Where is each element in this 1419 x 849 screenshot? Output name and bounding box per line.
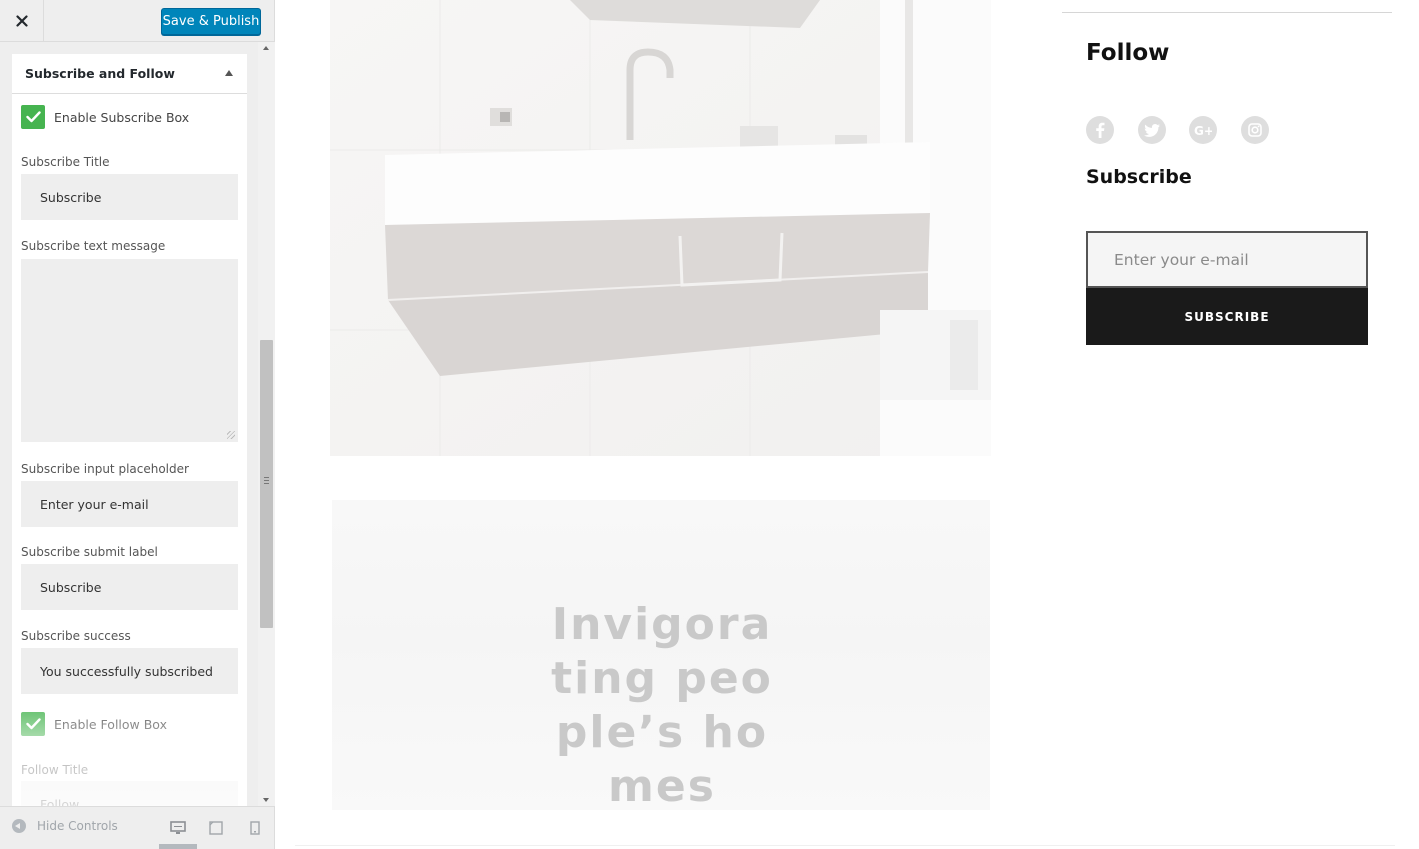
desktop-icon (170, 821, 186, 834)
desktop-preview-button[interactable] (167, 817, 189, 839)
scroll-down-arrow-icon[interactable] (263, 798, 269, 802)
subscribe-text-label: Subscribe text message (21, 239, 166, 253)
close-button[interactable] (0, 0, 44, 42)
google-plus-glyph: G+ (1194, 124, 1212, 136)
subscribe-heading: Subscribe (1086, 166, 1192, 188)
tablet-preview-button[interactable] (205, 817, 227, 839)
app-root: Save & Publish Subscribe and Follow Enab… (0, 0, 1419, 849)
panel-scrollbar[interactable] (258, 42, 275, 806)
tablet-icon (209, 821, 223, 835)
customizer-footer: Hide Controls (0, 806, 274, 849)
subscribe-placeholder-label: Subscribe input placeholder (21, 462, 189, 476)
section-title: Subscribe and Follow (25, 66, 175, 81)
subscribe-submit-input[interactable]: Subscribe (21, 564, 238, 610)
checkmark-icon (25, 718, 41, 730)
instagram-icon[interactable] (1240, 116, 1269, 144)
subscribe-placeholder-input[interactable]: Enter your e-mail (21, 481, 238, 527)
customizer-sidebar: Save & Publish Subscribe and Follow Enab… (0, 0, 275, 849)
subscribe-success-label: Subscribe success (21, 629, 131, 643)
section-header[interactable]: Subscribe and Follow (12, 54, 247, 94)
card-title: Invigorating people’s homes (551, 599, 773, 812)
site-preview: Invigorating people’s homes Follow G+ Su… (275, 0, 1419, 849)
enable-subscribe-checkbox[interactable] (21, 105, 45, 129)
collapse-arrow-icon[interactable] (225, 70, 233, 76)
active-device-indicator (159, 844, 197, 849)
follow-title-input[interactable]: Follow (21, 781, 238, 806)
facebook-glyph (1096, 122, 1105, 138)
checkmark-icon (25, 111, 41, 123)
subscribe-text-textarea[interactable] (21, 259, 238, 442)
subscribe-title-label: Subscribe Title (21, 155, 110, 169)
social-links: G+ (1086, 116, 1292, 144)
facebook-icon[interactable] (1086, 116, 1114, 144)
bathroom-illustration (330, 0, 991, 456)
svg-text:G+: G+ (1194, 124, 1212, 136)
grip-icon (264, 477, 269, 484)
scrollbar-thumb[interactable] (260, 340, 273, 628)
footer-divider (295, 845, 1395, 846)
close-icon (15, 15, 28, 27)
twitter-glyph (1143, 123, 1160, 137)
subscribe-success-input[interactable]: You successfully subscribed (21, 648, 238, 694)
subscribe-follow-panel: Subscribe and Follow Enable Subscribe Bo… (12, 54, 247, 806)
scroll-up-arrow-icon[interactable] (263, 46, 269, 50)
subscribe-button[interactable]: SUBSCRIBE (1086, 288, 1368, 345)
twitter-icon[interactable] (1137, 116, 1166, 144)
feature-card: Invigorating people’s homes (332, 500, 990, 812)
mobile-preview-button[interactable] (244, 817, 266, 839)
enable-subscribe-label: Enable Subscribe Box (54, 109, 190, 125)
subscribe-submit-label: Subscribe submit label (21, 545, 158, 559)
instagram-glyph (1247, 123, 1262, 137)
enable-follow-checkbox[interactable] (21, 712, 45, 736)
email-input[interactable]: Enter your e-mail (1086, 231, 1368, 288)
mobile-icon (250, 821, 260, 835)
resize-handle-icon[interactable] (227, 431, 235, 439)
sidebar-divider (1062, 12, 1392, 13)
follow-title-label: Follow Title (21, 763, 89, 777)
enable-follow-row[interactable]: Enable Follow Box (21, 712, 167, 736)
hide-controls-button[interactable]: Hide Controls (12, 819, 118, 833)
subscribe-title-input[interactable]: Subscribe (21, 174, 238, 220)
customizer-header: Save & Publish (0, 0, 274, 42)
bathroom-vanity-image (330, 0, 991, 456)
enable-subscribe-row[interactable]: Enable Subscribe Box (21, 105, 189, 129)
hide-controls-label: Hide Controls (37, 819, 118, 833)
follow-heading: Follow (1086, 40, 1170, 66)
google-plus-icon[interactable]: G+ (1189, 116, 1217, 144)
save-publish-button[interactable]: Save & Publish (161, 8, 261, 35)
collapse-left-icon (12, 819, 26, 833)
enable-follow-label: Enable Follow Box (54, 716, 167, 732)
